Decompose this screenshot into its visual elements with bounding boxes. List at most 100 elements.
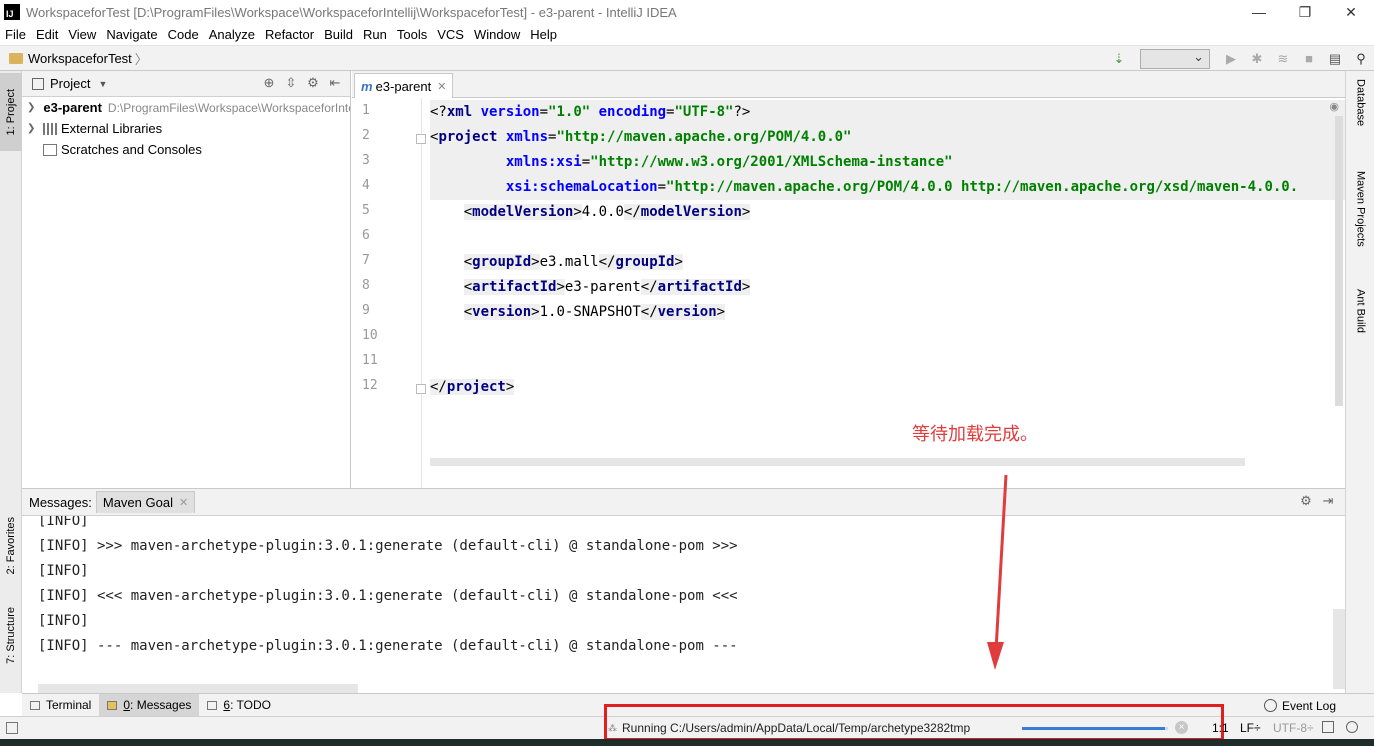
line-number: 6	[362, 228, 370, 243]
project-panel-title[interactable]: Project	[50, 76, 90, 91]
progress-fill	[1022, 727, 1166, 730]
tab-maven-projects[interactable]: Maven Projects	[1346, 171, 1374, 281]
search-icon[interactable]: ⚲	[1348, 46, 1374, 71]
tab-todo-label: : TODO	[230, 698, 271, 712]
tool-windows-icon[interactable]	[6, 722, 18, 734]
menu-edit[interactable]: Edit	[31, 27, 63, 42]
hide-icon[interactable]: ⇤	[324, 75, 346, 91]
minimize-button[interactable]: —	[1236, 0, 1282, 24]
lock-icon[interactable]	[1322, 721, 1334, 733]
menu-file[interactable]: File	[0, 27, 31, 42]
tab-messages[interactable]: 0: Messages	[99, 693, 200, 717]
menu-refactor[interactable]: Refactor	[260, 27, 319, 42]
hide-panel-icon[interactable]: ⇥	[1317, 493, 1339, 509]
line-number: 1	[362, 103, 370, 118]
running-status-text: Running C:/Users/admin/AppData/Local/Tem…	[622, 721, 971, 735]
tab-todo[interactable]: 6: TODO	[199, 694, 279, 717]
tree-item-scratches[interactable]: Scratches and Consoles	[22, 139, 350, 160]
tree-item-e3-parent[interactable]: ❯ e3-parent D:\ProgramFiles\Workspace\Wo…	[22, 97, 350, 118]
collapse-icon[interactable]: ⇳	[280, 75, 302, 91]
tree-item-label: External Libraries	[61, 121, 163, 136]
gear-icon[interactable]: ⚙	[1295, 493, 1317, 509]
console-horizontal-scrollbar[interactable]	[38, 684, 358, 693]
tab-maven-goal[interactable]: Maven Goal ✕	[95, 491, 196, 513]
console-line: [INFO] --- maven-archetype-plugin:3.0.1:…	[38, 638, 738, 654]
tab-e3-parent[interactable]: m e3-parent ✕	[354, 73, 454, 98]
expand-arrow-icon[interactable]: ❯	[27, 102, 35, 113]
code-area[interactable]: <?xml version="1.0" encoding="UTF-8"?> <…	[430, 98, 1345, 488]
tab-messages-number: 0	[123, 698, 131, 712]
messages-tools: ⚙ ⇥	[1295, 493, 1339, 509]
inspector-icon[interactable]	[1346, 721, 1358, 733]
editor-horizontal-scrollbar[interactable]	[430, 458, 1245, 466]
close-button[interactable]: ✕	[1328, 0, 1374, 24]
menu-navigate[interactable]: Navigate	[101, 27, 162, 42]
code-editor[interactable]: 1 2 3 4 5 6 7 8 9 10 11 12 <?xml version…	[352, 98, 1345, 488]
close-icon[interactable]: ✕	[179, 496, 188, 509]
close-icon[interactable]: ✕	[437, 80, 446, 93]
console-line: [INFO] >>> maven-archetype-plugin:3.0.1:…	[38, 538, 738, 554]
stop-icon[interactable]: ■	[1296, 46, 1322, 71]
menu-code[interactable]: Code	[163, 27, 204, 42]
tab-project-label: 1: Project	[5, 88, 17, 136]
line-number: 12	[362, 378, 378, 393]
tab-structure[interactable]: 7: Structure	[0, 599, 22, 671]
console-line: [INFO]	[38, 516, 89, 529]
debug-icon[interactable]: ✱	[1244, 46, 1270, 71]
coverage-icon[interactable]: ≋	[1270, 46, 1296, 71]
messages-tab-bar: Messages: Maven Goal ✕ ⚙ ⇥	[22, 489, 1345, 516]
line-separator[interactable]: LF÷	[1240, 721, 1261, 735]
fold-marker-icon[interactable]	[416, 384, 426, 394]
eye-icon[interactable]: ◉	[1329, 100, 1339, 113]
menu-analyze[interactable]: Analyze	[204, 27, 260, 42]
tree-item-label: e3-parent	[43, 100, 102, 115]
tab-ant-build[interactable]: Ant Build	[1346, 289, 1374, 369]
breadcrumb-project[interactable]: WorkspaceforTest	[28, 51, 132, 66]
menu-build[interactable]: Build	[319, 27, 358, 42]
fold-marker-icon[interactable]	[416, 134, 426, 144]
menu-window[interactable]: Window	[469, 27, 525, 42]
editor-tab-label: e3-parent	[375, 78, 432, 94]
menu-vcs[interactable]: VCS	[432, 27, 469, 42]
cancel-icon[interactable]: ×	[1175, 721, 1188, 734]
code-line-1: <?xml version="1.0" encoding="UTF-8"?>	[430, 100, 1345, 125]
expand-arrow-icon[interactable]: ❯	[27, 123, 39, 134]
menu-tools[interactable]: Tools	[392, 27, 432, 42]
run-configuration-select[interactable]	[1140, 48, 1210, 69]
run-icon[interactable]: ▶	[1218, 46, 1244, 71]
code-line-3: xmlns:xsi="http://www.w3.org/2001/XMLSch…	[430, 150, 1345, 175]
locate-icon[interactable]: ⊕	[258, 75, 280, 91]
project-structure-icon[interactable]: ▤	[1322, 46, 1348, 71]
tab-favorites-label: 2: Favorites	[5, 517, 17, 575]
restore-button[interactable]: ❐	[1282, 0, 1328, 24]
gear-icon[interactable]: ⚙	[302, 75, 324, 91]
tab-terminal-label: Terminal	[46, 698, 92, 712]
menu-view[interactable]: View	[63, 27, 101, 42]
file-encoding[interactable]: UTF-8÷	[1273, 721, 1314, 735]
tab-terminal[interactable]: Terminal	[22, 694, 99, 717]
menu-help[interactable]: Help	[525, 27, 562, 42]
caret-position[interactable]: 1:1	[1212, 721, 1229, 735]
progress-bar	[1022, 727, 1168, 730]
line-number: 3	[362, 153, 370, 168]
console-line: [INFO] <<< maven-archetype-plugin:3.0.1:…	[38, 588, 738, 604]
event-log-button[interactable]: Event Log	[1263, 694, 1336, 717]
console-output[interactable]: [INFO] [INFO] >>> maven-archetype-plugin…	[38, 516, 1328, 686]
tab-project[interactable]: 1: Project	[0, 73, 22, 151]
build-icon[interactable]: ⇣	[1106, 46, 1132, 71]
menu-run[interactable]: Run	[358, 27, 392, 42]
code-line-12: </project>	[430, 379, 515, 395]
window-title: WorkspaceforTest [D:\ProgramFiles\Worksp…	[26, 4, 677, 20]
event-log-icon	[1263, 699, 1277, 712]
console-vertical-scrollbar[interactable]	[1333, 609, 1345, 689]
tree-item-external-libraries[interactable]: ❯ External Libraries	[22, 118, 350, 139]
line-number: 5	[362, 203, 370, 218]
code-line-4: xsi:schemaLocation="http://maven.apache.…	[430, 175, 1345, 200]
tab-favorites[interactable]: 2: Favorites	[0, 503, 22, 589]
chevron-down-icon[interactable]: ▼	[98, 79, 107, 89]
tab-database[interactable]: Database	[1346, 79, 1374, 159]
line-gutter: 1 2 3 4 5 6 7 8 9 10 11 12	[352, 98, 426, 488]
project-view-icon	[32, 77, 44, 90]
tree-item-path: D:\ProgramFiles\Workspace\WorkspaceforIn…	[107, 100, 350, 115]
editor-vertical-scrollbar[interactable]	[1335, 116, 1343, 406]
